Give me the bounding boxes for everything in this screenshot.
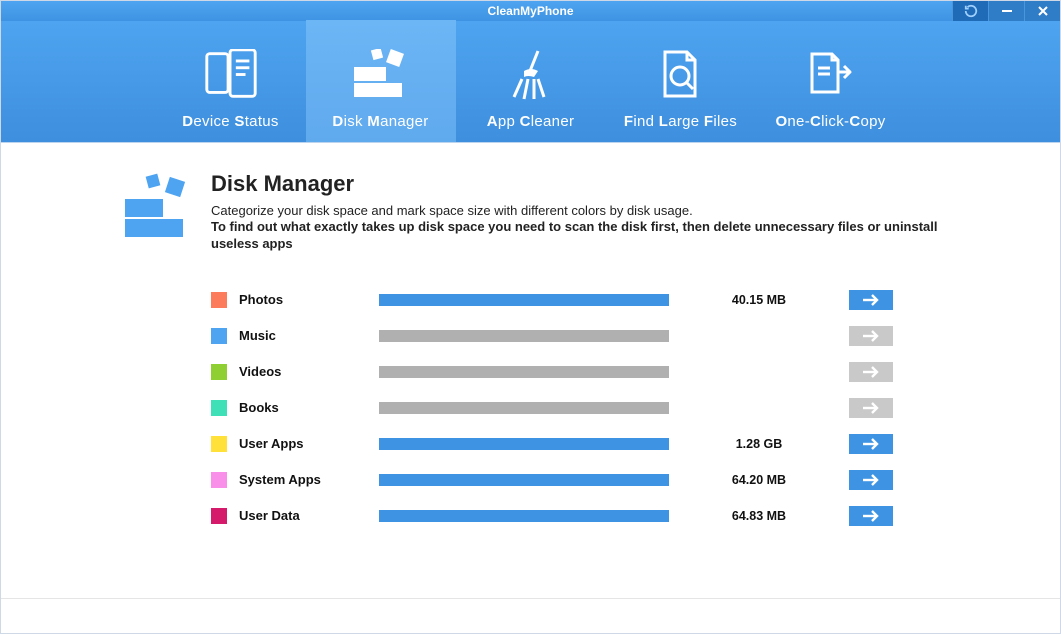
category-open-button[interactable] bbox=[849, 290, 893, 310]
category-size: 1.28 GB bbox=[699, 437, 819, 451]
minimize-button[interactable] bbox=[988, 1, 1024, 21]
page-header-text: Disk Manager Categorize your disk space … bbox=[211, 171, 940, 252]
category-row: User Data 64.83 MB bbox=[211, 498, 940, 534]
usage-bar bbox=[379, 438, 669, 450]
titlebar: CleanMyPhone bbox=[1, 1, 1060, 21]
nav-one-click-copy[interactable]: One-Click-Copy bbox=[756, 20, 906, 142]
page-description: Categorize your disk space and mark spac… bbox=[211, 203, 940, 252]
nav-device-status[interactable]: Device Status bbox=[156, 20, 306, 142]
category-row: User Apps 1.28 GB bbox=[211, 426, 940, 462]
nav-disk-manager[interactable]: Disk Manager bbox=[306, 20, 456, 142]
window-title: CleanMyPhone bbox=[487, 4, 573, 18]
usage-bar-fill bbox=[379, 366, 669, 378]
category-name: Music bbox=[239, 328, 379, 343]
find-large-files-icon bbox=[651, 47, 711, 103]
usage-bar-fill bbox=[379, 402, 669, 414]
category-row: Books bbox=[211, 390, 940, 426]
category-color-swatch bbox=[211, 472, 227, 488]
app-cleaner-icon bbox=[501, 47, 561, 103]
arrow-right-icon bbox=[861, 510, 881, 522]
category-color-swatch bbox=[211, 292, 227, 308]
category-row: System Apps 64.20 MB bbox=[211, 462, 940, 498]
close-icon bbox=[1037, 5, 1049, 17]
usage-bar-fill bbox=[379, 330, 669, 342]
disk-manager-icon bbox=[351, 47, 411, 103]
nav-label: Find Large Files bbox=[624, 113, 737, 130]
page-header: Disk Manager Categorize your disk space … bbox=[121, 171, 940, 252]
category-row: Music bbox=[211, 318, 940, 354]
app-window: CleanMyPhone bbox=[0, 0, 1061, 634]
category-name: System Apps bbox=[239, 472, 379, 487]
category-open-button[interactable] bbox=[849, 506, 893, 526]
usage-bar bbox=[379, 510, 669, 522]
category-open-button[interactable] bbox=[849, 470, 893, 490]
category-row: Photos 40.15 MB bbox=[211, 282, 940, 318]
nav-find-large-files[interactable]: Find Large Files bbox=[606, 20, 756, 142]
category-name: Videos bbox=[239, 364, 379, 379]
category-size: 64.83 MB bbox=[699, 509, 819, 523]
arrow-right-icon bbox=[861, 402, 881, 414]
arrow-right-icon bbox=[861, 294, 881, 306]
category-color-swatch bbox=[211, 364, 227, 380]
usage-bar-fill bbox=[379, 438, 669, 450]
arrow-right-icon bbox=[861, 330, 881, 342]
nav-bar: Device Status Disk Manager bbox=[1, 21, 1060, 143]
category-list: Photos 40.15 MB Music Videos Books User Apps 1… bbox=[211, 282, 940, 534]
category-name: Photos bbox=[239, 292, 379, 307]
category-size: 40.15 MB bbox=[699, 293, 819, 307]
page-title: Disk Manager bbox=[211, 171, 940, 197]
category-color-swatch bbox=[211, 328, 227, 344]
usage-bar bbox=[379, 402, 669, 414]
category-size: 64.20 MB bbox=[699, 473, 819, 487]
footer-separator bbox=[1, 598, 1060, 599]
usage-bar bbox=[379, 330, 669, 342]
category-open-button bbox=[849, 398, 893, 418]
usage-bar bbox=[379, 294, 669, 306]
usage-bar bbox=[379, 366, 669, 378]
nav-label: Device Status bbox=[182, 113, 278, 130]
refresh-icon bbox=[964, 4, 978, 18]
category-name: Books bbox=[239, 400, 379, 415]
category-name: User Data bbox=[239, 508, 379, 523]
usage-bar-fill bbox=[379, 294, 669, 306]
category-color-swatch bbox=[211, 436, 227, 452]
arrow-right-icon bbox=[861, 474, 881, 486]
close-button[interactable] bbox=[1024, 1, 1060, 21]
page-icon bbox=[121, 171, 193, 243]
category-open-button[interactable] bbox=[849, 434, 893, 454]
minimize-icon bbox=[1001, 5, 1013, 17]
content-area: Disk Manager Categorize your disk space … bbox=[1, 143, 1060, 633]
category-name: User Apps bbox=[239, 436, 379, 451]
usage-bar-fill bbox=[379, 474, 669, 486]
window-controls bbox=[952, 1, 1060, 21]
one-click-copy-icon bbox=[801, 47, 861, 103]
usage-bar bbox=[379, 474, 669, 486]
nav-label: One-Click-Copy bbox=[775, 113, 885, 130]
nav-label: Disk Manager bbox=[332, 113, 428, 130]
arrow-right-icon bbox=[861, 438, 881, 450]
device-status-icon bbox=[201, 47, 261, 103]
usage-bar-fill bbox=[379, 510, 669, 522]
category-open-button bbox=[849, 326, 893, 346]
refresh-button[interactable] bbox=[952, 1, 988, 21]
arrow-right-icon bbox=[861, 366, 881, 378]
nav-label: App Cleaner bbox=[487, 113, 575, 130]
category-row: Videos bbox=[211, 354, 940, 390]
nav-app-cleaner[interactable]: App Cleaner bbox=[456, 20, 606, 142]
category-color-swatch bbox=[211, 400, 227, 416]
category-open-button bbox=[849, 362, 893, 382]
category-color-swatch bbox=[211, 508, 227, 524]
